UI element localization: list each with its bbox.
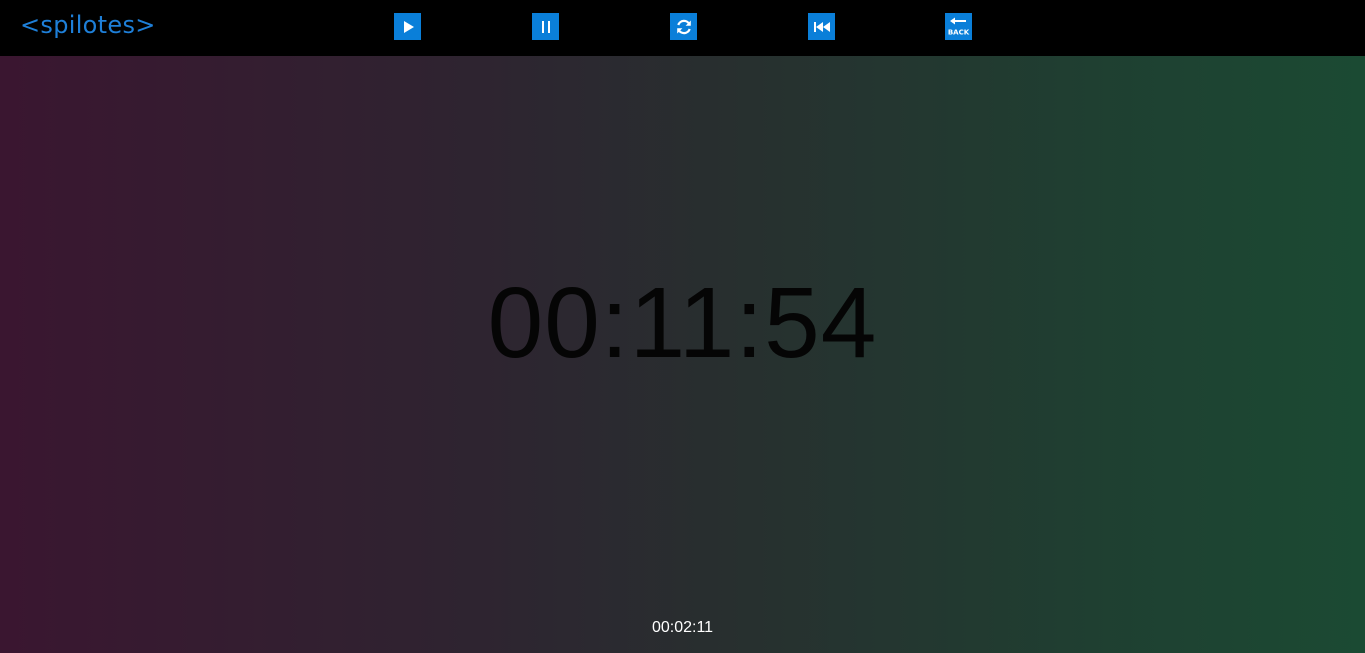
back-icon: BACK bbox=[946, 14, 971, 39]
secondary-timer-display: 00:02:11 bbox=[651, 619, 714, 636]
play-icon bbox=[401, 20, 415, 34]
pause-button[interactable] bbox=[532, 13, 559, 40]
brand-logo[interactable]: <spilotes> bbox=[20, 9, 156, 41]
main-timer-display: 00:11:54 bbox=[487, 267, 878, 379]
rewind-button[interactable] bbox=[808, 13, 835, 40]
rewind-icon bbox=[812, 20, 832, 34]
reload-button[interactable] bbox=[670, 13, 697, 40]
top-toolbar: <spilotes> BACK bbox=[0, 0, 1365, 56]
back-button[interactable]: BACK bbox=[945, 13, 972, 40]
reload-icon bbox=[674, 17, 694, 37]
play-button[interactable] bbox=[394, 13, 421, 40]
back-label: BACK bbox=[948, 29, 970, 37]
pause-icon bbox=[539, 20, 553, 34]
